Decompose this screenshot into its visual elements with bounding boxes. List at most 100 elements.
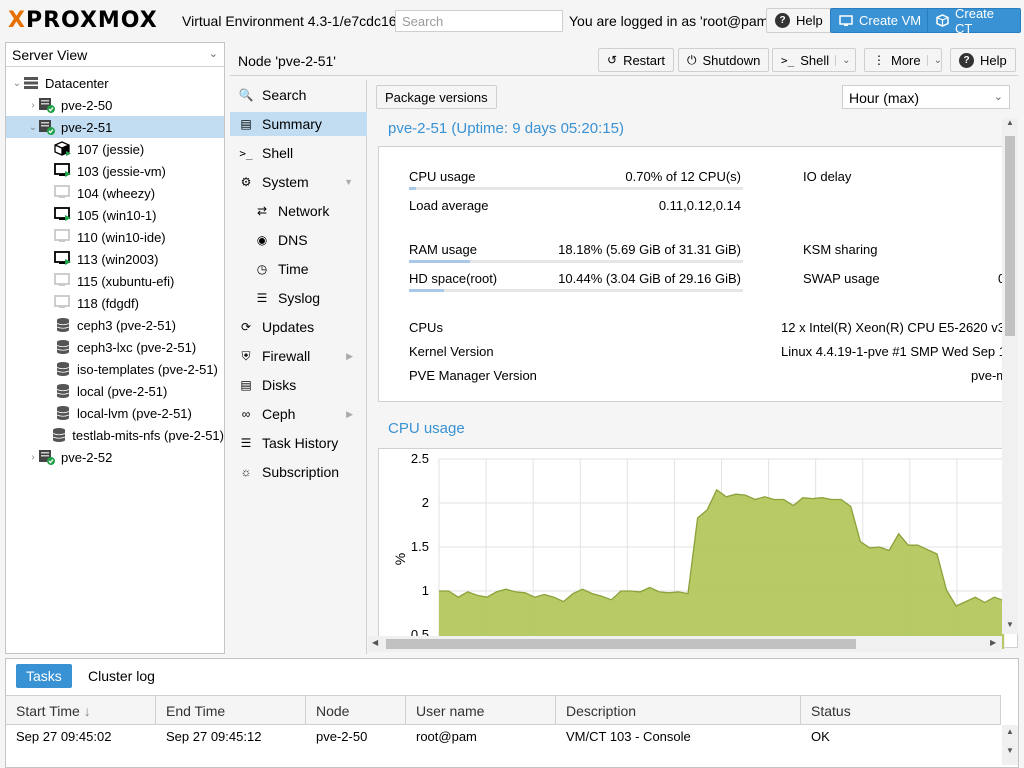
tree-item[interactable]: 115 (xubuntu-efi) <box>6 270 224 292</box>
create-ct-button[interactable]: Create CT <box>927 6 1021 36</box>
column-header[interactable]: User name <box>406 695 556 725</box>
scroll-down-icon[interactable]: ▼ <box>1004 620 1016 634</box>
header-help-label: Help <box>796 13 823 28</box>
question-icon: ? <box>775 13 790 28</box>
menu-item-system[interactable]: ⚙ System ▼ <box>230 170 367 194</box>
expand-toggle-icon[interactable]: › <box>28 100 38 111</box>
chevron-down-icon: ⌄ <box>993 91 1003 103</box>
storage-icon <box>54 339 72 355</box>
vertical-scrollbar[interactable]: ▲ ▼ <box>1002 118 1018 634</box>
vertical-scroll-thumb[interactable] <box>1005 136 1015 336</box>
ram-usage-value: 18.18% (5.69 GiB of 31.31 GiB) <box>558 242 741 257</box>
scroll-right-icon[interactable]: ▶ <box>990 638 996 647</box>
datacenter-icon <box>22 75 40 91</box>
tree-item-label: pve-2-50 <box>61 97 113 113</box>
tree-item[interactable]: 118 (fdgdf) <box>6 292 224 314</box>
menu-item-ceph[interactable]: ∞ Ceph ▶ <box>230 402 367 426</box>
task-cell: VM/CT 103 - Console <box>566 729 691 744</box>
horizontal-scroll-thumb[interactable] <box>386 639 856 649</box>
tree-item[interactable]: ⌄ Datacenter <box>6 72 224 94</box>
hd-space-label: HD space(root) <box>409 271 498 286</box>
tree-item[interactable]: local (pve-2-51) <box>6 380 224 402</box>
node-menu: 🔍 Search ▤ Summary >_ Shell ⚙ System ▼ ⇄ Network ◉ D… <box>230 80 367 654</box>
tree-item[interactable]: local-lvm (pve-2-51) <box>6 402 224 424</box>
chevron-down-icon: ⌄ <box>835 54 851 66</box>
tree-item[interactable]: › pve-2-50 <box>6 94 224 116</box>
vm-stopped-icon <box>54 229 72 245</box>
tree-item[interactable]: ceph3-lxc (pve-2-51) <box>6 336 224 358</box>
node-icon <box>38 97 56 113</box>
tab-cluster-log[interactable]: Cluster log <box>88 668 155 684</box>
menu-item-label: Ceph <box>262 406 296 422</box>
vm-running-icon <box>54 163 72 179</box>
column-header[interactable]: Start Time ↓ <box>6 695 156 725</box>
tree-item-label: 104 (wheezy) <box>77 185 156 201</box>
restart-button[interactable]: ↺ Restart <box>598 48 674 72</box>
column-header[interactable]: Node <box>306 695 406 725</box>
question-icon: ? <box>959 52 974 68</box>
vm-stopped-icon <box>54 295 72 311</box>
cpus-value: 12 x Intel(R) Xeon(R) CPU E5-2620 v3 <box>781 320 1005 335</box>
proxmox-logo[interactable]: X PROXMOX <box>8 7 158 33</box>
expand-toggle-icon[interactable]: ⌄ <box>28 122 38 133</box>
menu-item-subscription[interactable]: ☼ Subscription <box>230 460 367 484</box>
tree-item[interactable]: › pve-2-52 <box>6 446 224 468</box>
menu-item-syslog[interactable]: ☰ Syslog <box>230 286 367 310</box>
timeframe-selector[interactable]: Hour (max) ⌄ <box>842 85 1010 109</box>
ellipsis-icon: ⋮ <box>873 53 885 67</box>
scroll-down-icon[interactable]: ▼ <box>1002 746 1018 755</box>
cpu-usage-chart-title: CPU usage <box>388 420 465 437</box>
swap-usage-label: SWAP usage <box>803 271 880 286</box>
cpu-usage-chart: 0.511.522.5% <box>392 451 1005 654</box>
task-scrollbar[interactable]: ▲ ▼ <box>1002 725 1018 765</box>
tree-item[interactable]: 105 (win10-1) <box>6 204 224 226</box>
tree-item[interactable]: ⌄ pve-2-51 <box>6 116 224 138</box>
tree-item[interactable]: testlab-mits-nfs (pve-2-51) <box>6 424 224 446</box>
menu-item-search[interactable]: 🔍 Search <box>230 83 367 107</box>
menu-item-summary[interactable]: ▤ Summary <box>230 112 367 136</box>
tree-item[interactable]: 107 (jessie) <box>6 138 224 160</box>
tree-item-label: 118 (fdgdf) <box>77 295 139 311</box>
column-header[interactable]: Status <box>801 695 1001 725</box>
column-header[interactable]: End Time <box>156 695 306 725</box>
cube-icon <box>936 14 949 27</box>
menu-item-shell[interactable]: >_ Shell <box>230 141 367 165</box>
cpus-label: CPUs <box>409 320 443 335</box>
header-help-button[interactable]: ? Help <box>766 8 832 33</box>
menu-item-updates[interactable]: ⟳ Updates <box>230 315 367 339</box>
search-input[interactable]: Search <box>395 10 563 32</box>
tree-item[interactable]: ceph3 (pve-2-51) <box>6 314 224 336</box>
horizontal-scrollbar[interactable]: ◀ ▶ <box>368 636 1002 652</box>
more-button[interactable]: ⋮ More ⌄ <box>864 48 942 72</box>
menu-item-task-history[interactable]: ☰ Task History <box>230 431 367 455</box>
shell-button[interactable]: >_ Shell ⌄ <box>772 48 856 72</box>
menu-item-label: Updates <box>262 319 315 335</box>
tree-item[interactable]: 110 (win10-ide) <box>6 226 224 248</box>
menu-item-dns[interactable]: ◉ DNS <box>230 228 367 252</box>
scroll-up-icon[interactable]: ▲ <box>1004 118 1016 132</box>
node-toolbar: Node 'pve-2-51' ↺ Restart ⏻ Shutdown >_ She… <box>230 44 1018 76</box>
expand-toggle-icon[interactable]: › <box>28 452 38 463</box>
node-help-button[interactable]: ? Help <box>950 48 1016 72</box>
tree-item-label: ceph3 (pve-2-51) <box>77 317 176 333</box>
scroll-left-icon[interactable]: ◀ <box>372 638 378 647</box>
menu-item-firewall[interactable]: ⛨ Firewall ▶ <box>230 344 367 368</box>
disk-icon: ▤ <box>240 378 252 392</box>
create-vm-button[interactable]: Create VM <box>830 8 931 33</box>
tree-item[interactable]: 104 (wheezy) <box>6 182 224 204</box>
tree-item[interactable]: iso-templates (pve-2-51) <box>6 358 224 380</box>
menu-item-disks[interactable]: ▤ Disks <box>230 373 367 397</box>
package-versions-button[interactable]: Package versions <box>376 85 497 109</box>
tab-tasks[interactable]: Tasks <box>16 664 72 688</box>
node-help-label: Help <box>980 52 1007 68</box>
y-tick-label: 2 <box>422 495 429 510</box>
menu-item-network[interactable]: ⇄ Network <box>230 199 367 223</box>
shutdown-button[interactable]: ⏻ Shutdown <box>678 48 770 72</box>
column-header[interactable]: Description <box>556 695 801 725</box>
view-selector[interactable]: Server View ⌄ <box>6 43 224 67</box>
scroll-up-icon[interactable]: ▲ <box>1002 727 1018 736</box>
menu-item-time[interactable]: ◷ Time <box>230 257 367 281</box>
tree-item[interactable]: 113 (win2003) <box>6 248 224 270</box>
tree-item[interactable]: 103 (jessie-vm) <box>6 160 224 182</box>
expand-toggle-icon[interactable]: ⌄ <box>12 78 22 89</box>
